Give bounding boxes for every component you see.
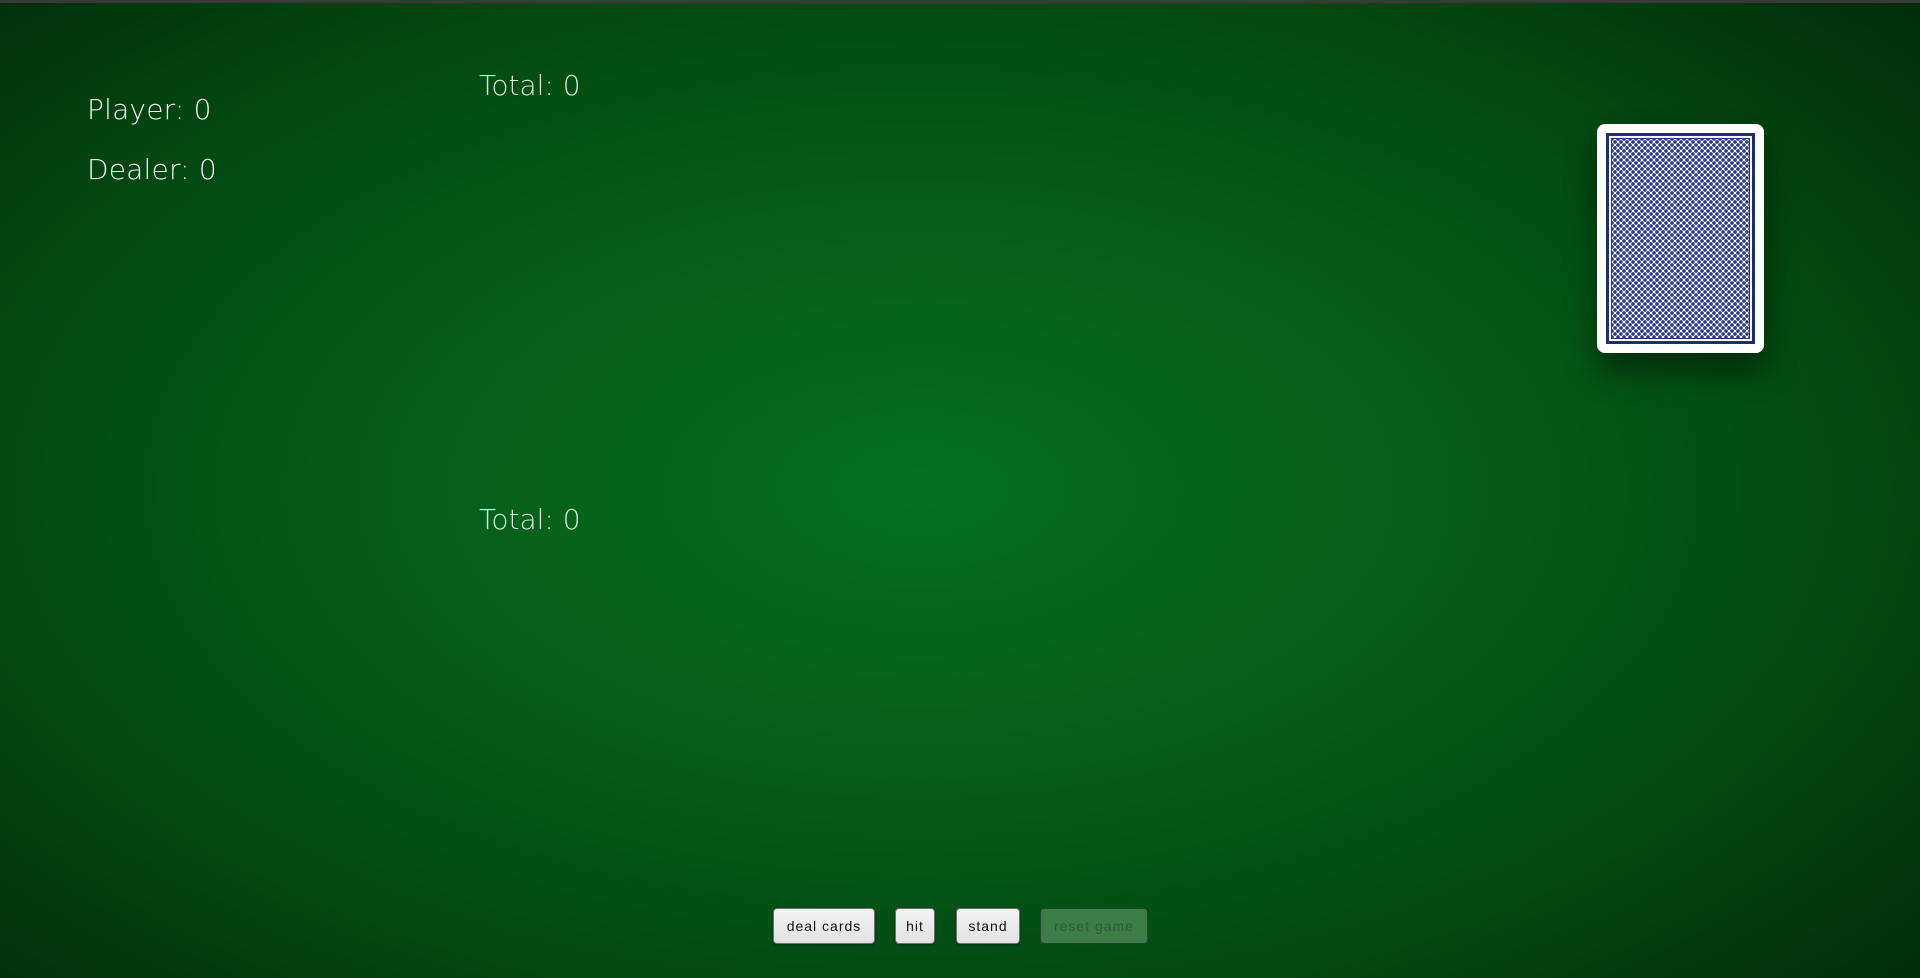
card-back-icon [1606, 133, 1755, 344]
card-back-pattern [1611, 138, 1750, 339]
player-hand-total: Total: 0 [479, 503, 581, 536]
reset-game-button: reset game [1040, 908, 1148, 944]
player-score: Player: 0 [87, 93, 212, 126]
deal-cards-button[interactable]: deal cards [773, 908, 875, 944]
scoreboard: Player: 0 Dealer: 0 [87, 96, 217, 184]
card-deck [1597, 124, 1764, 353]
stand-button[interactable]: stand [956, 908, 1020, 944]
window-top-border [0, 0, 1920, 3]
dealer-score: Dealer: 0 [87, 153, 217, 186]
hit-button[interactable]: hit [895, 908, 935, 944]
game-controls: deal cards hit stand reset game [773, 908, 1148, 944]
dealer-hand-total: Total: 0 [479, 69, 581, 102]
